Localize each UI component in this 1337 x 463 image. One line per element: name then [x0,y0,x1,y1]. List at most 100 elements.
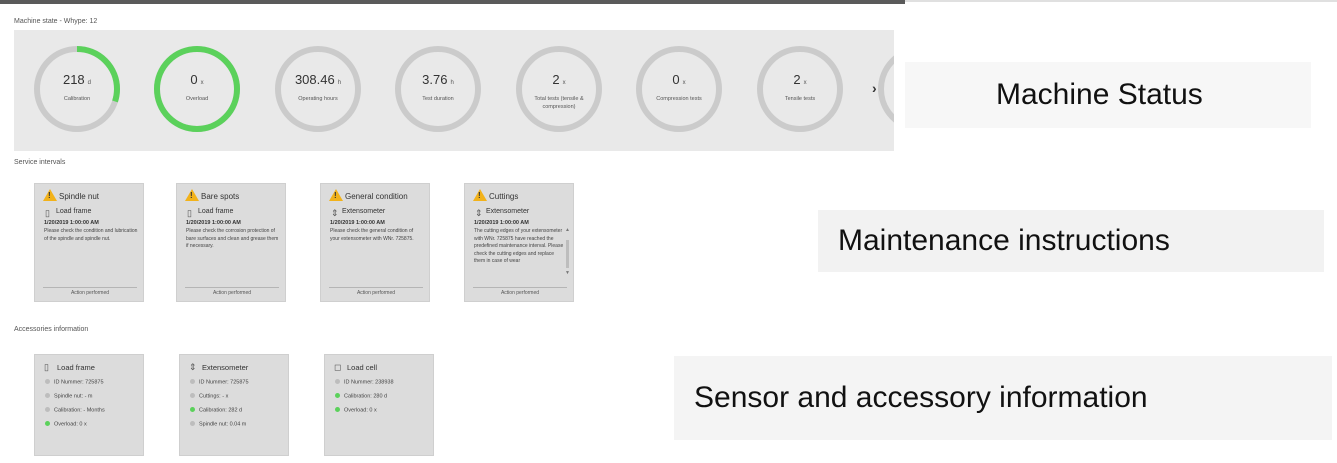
service-card-title: Bare spots [201,192,240,201]
gauge: 308.46 h Operating hours [272,43,364,135]
load-frame-icon: ▯ [45,208,50,218]
gauge-value: 2x [513,72,605,87]
annotation-maintenance-text: Maintenance instructions [838,224,1170,257]
gauge: 2 x Tensile tests [754,43,846,135]
service-card-description: Please check the condition and lubricati… [44,228,138,242]
scrollbar-thumb[interactable] [566,240,569,268]
accessory-info-row: Overload: 0 x [335,407,377,414]
accessory-info-text: Cuttings: - x [199,393,229,400]
accessory-card: ⇕ Extensometer ID Nummer: 725875 Cuttings: … [179,354,289,456]
gauge-track [878,55,894,123]
annotation-sensor: Sensor and accessory information [674,356,1332,440]
status-dot-icon [335,393,340,398]
gauge-unit: d [87,80,92,86]
accessory-info-text: ID Nummer: 238938 [344,379,394,386]
gauge-ring [636,46,722,132]
gauge-label: Operating hours [298,96,338,102]
service-card-description: The cutting edges of your extensometer w… [474,228,564,264]
gauge-value-number: 0 [190,72,198,87]
action-performed-button[interactable]: Action performed [473,287,567,296]
machine-state-title: Machine state - Whype: 12 [14,18,98,25]
gauge: 3.76 h Test duration [392,43,484,135]
gauge-value-number: 308.46 [294,72,335,87]
gauge-unit: h [450,80,454,86]
gauge-label: Compression tests [656,96,702,102]
gauge-label: Test duration [422,96,454,102]
accessories-title: Accessories information [14,326,89,333]
gauge: 6A [875,43,894,135]
service-card: ! General condition ⇕ Extensometer 1/20/2019… [320,183,430,302]
gauge-ring [34,46,120,132]
extensometer-icon: ⇕ [475,208,483,218]
gauge-value-number: 3.76 [422,72,448,87]
warning-icon: ! [185,189,199,201]
accessory-info-row: Calibration: 280 d [335,393,387,400]
accessory-info-row: ID Nummer: 725875 [190,379,249,386]
accessory-info-row: Cuttings: - x [190,393,228,400]
accessory-card: ▯ Load frame ID Nummer: 725875 Spindle nut:… [34,354,144,456]
gauge: 0 x Overload [151,43,243,135]
action-performed-button[interactable]: Action performed [43,287,137,296]
service-card-date: 1/20/2019 1:00:00 AM [44,220,99,226]
status-dot-icon [190,407,195,412]
service-card-component: Load frame [198,208,234,215]
action-performed-button[interactable]: Action performed [185,287,279,296]
accessory-info-text: ID Nummer: 725875 [54,379,104,386]
machine-state-panel: 218 d Calibration 0 x Overload 308.46 h Operatin… [14,30,894,151]
accessory-info-row: ID Nummer: 725875 [45,379,104,386]
service-card-component: Extensometer [486,208,530,215]
accessory-card: ◻ Load cell ID Nummer: 238938 Calibration: … [324,354,434,456]
status-dot-icon [335,379,340,384]
gauge-track [516,46,602,132]
gauge-value: 6 [875,72,894,87]
load-frame-icon: ▯ [44,362,49,372]
next-arrow-icon[interactable]: › [872,80,877,96]
status-dot-icon [45,393,50,398]
service-card-component: Load frame [56,208,92,215]
annotation-sensor-text: Sensor and accessory information [694,381,1148,414]
top-border [0,0,905,4]
gauge-value: 308.46 h [272,72,364,87]
status-dot-icon [190,379,195,384]
gauge-track [636,46,722,132]
gauge-progress [154,46,240,132]
gauge-label: Overload [185,96,209,102]
service-card: ! Cuttings ⇕ Extensometer 1/20/2019 1:00:00 … [464,183,574,302]
warning-icon: ! [43,189,57,201]
gauge-unit: x [200,80,204,86]
status-dot-icon [190,393,195,398]
scrollbar[interactable]: ▲ ▼ [565,227,570,276]
status-dot-icon [45,379,50,384]
service-card-title: General condition [345,192,408,201]
accessory-info-row: Overload: 0 x [45,421,87,428]
gauge: 2 x Total tests (tensile & compression) [513,43,605,135]
accessory-info-text: Calibration: - Months [54,407,105,414]
extensometer-icon: ⇕ [189,362,197,372]
action-performed-button[interactable]: Action performed [329,287,423,296]
service-card-component: Extensometer [342,208,386,215]
scroll-down-icon[interactable]: ▼ [565,270,570,276]
gauge-track [395,46,481,132]
status-dot-icon [335,407,340,412]
service-card-title: Cuttings [489,192,519,201]
service-card-date: 1/20/2019 1:00:00 AM [330,220,385,226]
accessory-info-text: Overload: 0 x [344,407,377,414]
annotation-machine-status-text: Machine Status [996,78,1203,111]
accessory-info-row: Spindle nut: - m [45,393,93,400]
gauge-value-number: 2 [793,72,801,87]
accessory-info-text: Calibration: 282 d [199,407,243,414]
annotation-machine-status: Machine Status [905,62,1311,128]
accessory-info-row: Spindle nut: 0.04 m [190,421,246,428]
gauge-unit: x [562,80,566,86]
accessory-info-text: Calibration: 280 d [344,393,388,400]
scroll-up-icon[interactable]: ▲ [565,227,570,233]
gauge-unit: x [682,80,686,86]
accessory-info-text: ID Nummer: 725875 [199,379,249,386]
gauge-label: Tensile tests [784,96,816,102]
accessory-info-row: ID Nummer: 238938 [335,379,394,386]
warning-icon: ! [473,189,487,201]
gauge: 0 x Compression tests [633,43,725,135]
load-cell-icon: ◻ [334,362,342,372]
annotation-maintenance: Maintenance instructions [818,210,1324,272]
accessory-info-text: Spindle nut: 0.04 m [199,421,247,428]
